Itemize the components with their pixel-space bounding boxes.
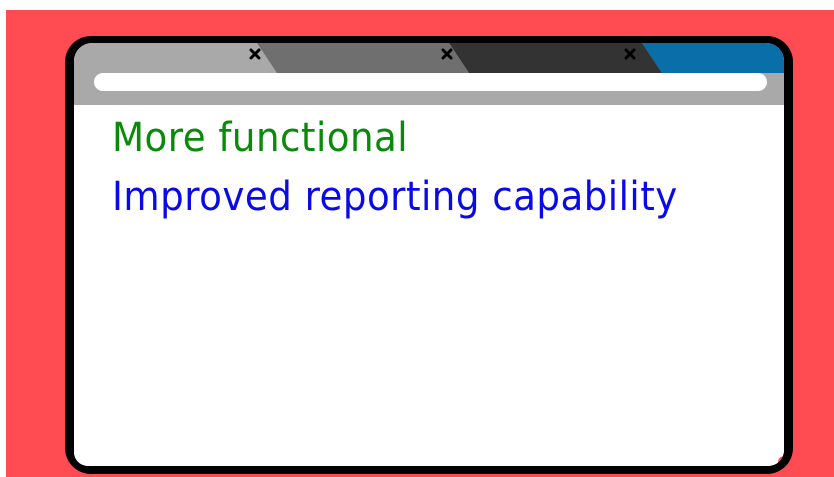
tab-2[interactable]	[257, 43, 469, 73]
page-content: More functional Improved reporting capab…	[74, 105, 784, 466]
tab-4[interactable]	[642, 43, 784, 73]
browser-window: More functional Improved reporting capab…	[65, 36, 793, 474]
tab-3[interactable]	[449, 43, 662, 73]
window-corner-mark	[778, 456, 784, 466]
tab-strip	[74, 43, 784, 105]
tabs-graphic	[249, 43, 784, 73]
tab-1-close-icon[interactable]	[249, 48, 261, 60]
browser-window-inner: More functional Improved reporting capab…	[74, 43, 784, 466]
address-bar[interactable]	[94, 73, 767, 91]
content-line-more-functional: More functional	[112, 115, 409, 161]
slide-background: More functional Improved reporting capab…	[6, 10, 834, 477]
content-line-improved-reporting: Improved reporting capability	[112, 174, 678, 220]
